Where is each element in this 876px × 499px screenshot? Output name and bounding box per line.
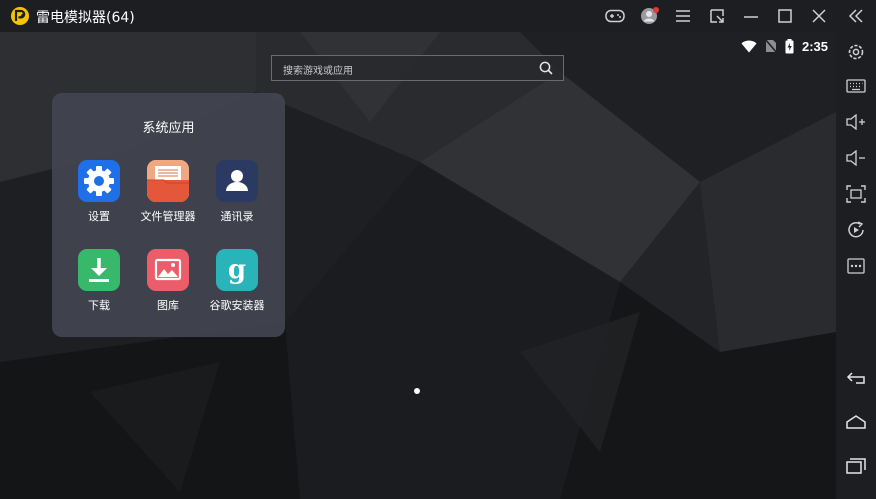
search-icon[interactable] [539,61,553,75]
search-placeholder: 搜索游戏或应用 [283,66,353,77]
minimize-icon [744,16,758,18]
window-title: 雷电模拟器(64) [36,10,135,26]
user-avatar-icon [641,7,659,24]
google-installer-icon: g [216,249,258,291]
back-icon [846,372,865,384]
collapse-sidebar-button[interactable] [846,6,866,26]
rotate-button[interactable] [846,220,866,240]
keyboard-button[interactable] [846,76,866,96]
volume-up-icon [846,114,865,130]
settings-icon [848,44,864,60]
battery-charging-icon [785,38,794,53]
volume-up-button[interactable] [846,112,866,132]
maximize-icon [778,9,792,23]
keyboard-icon [846,79,866,93]
screenshot-icon [846,185,866,203]
settings-gear-icon [78,160,120,202]
app-google-installer[interactable]: g 谷歌安装器 [197,249,277,313]
clock: 2:35 [801,38,828,54]
gamepad-button[interactable] [605,6,625,26]
no-sim-icon [764,39,777,53]
logo-icon [11,7,29,25]
download-icon [78,249,120,291]
app-label: 下载 [88,299,110,312]
menu-icon [676,10,690,22]
close-button[interactable] [809,6,829,26]
screenshot-button[interactable] [846,184,866,204]
home-button[interactable] [846,412,866,432]
app-label: 设置 [88,210,110,223]
rotate-icon [848,221,864,238]
maximize-button[interactable] [775,6,795,26]
gamepad-icon [605,9,625,23]
contacts-icon [216,160,258,202]
back-button[interactable] [846,368,866,388]
minimize-button[interactable] [741,6,761,26]
file-manager-icon [147,160,189,202]
svg-text:g: g [228,255,246,285]
app-label: 图库 [157,299,179,312]
gallery-icon [147,249,189,291]
app-folder: 系统应用 设置 文件管理器 通讯录 下载 图库 g 谷歌安装器 [52,93,285,337]
emulator-screen[interactable]: 2:35 搜索游戏或应用 系统应用 设置 文件管理器 通讯录 下载 图库 g 谷… [0,32,836,499]
user-button[interactable] [640,6,660,26]
more-icon [847,258,865,274]
app-file-manager[interactable]: 文件管理器 [128,160,208,224]
app-contacts[interactable]: 通讯录 [197,160,277,224]
settings-button[interactable] [846,42,866,62]
crop-icon [710,9,724,23]
menu-button[interactable] [673,6,693,26]
status-bar: 2:35 [741,36,828,56]
search-input[interactable]: 搜索游戏或应用 [271,55,564,81]
recent-apps-icon [846,458,866,474]
volume-down-icon [846,150,865,166]
app-gallery[interactable]: 图库 [128,249,208,313]
home-icon [846,415,866,429]
emulator-toolbar [836,32,876,499]
more-button[interactable] [846,256,866,276]
page-indicator-dot [414,388,420,394]
close-icon [812,9,826,23]
recent-apps-button[interactable] [846,456,866,476]
crop-button[interactable] [707,6,727,26]
app-label: 文件管理器 [140,210,196,223]
wifi-icon [741,40,757,52]
collapse-sidebar-icon [848,9,863,23]
title-bar: 雷电模拟器(64) [0,0,876,32]
app-download[interactable]: 下载 [59,249,139,313]
volume-down-button[interactable] [846,148,866,168]
app-settings[interactable]: 设置 [59,160,139,224]
app-label: 通讯录 [220,210,254,223]
folder-title: 系统应用 [142,121,195,136]
app-label: 谷歌安装器 [209,299,265,312]
